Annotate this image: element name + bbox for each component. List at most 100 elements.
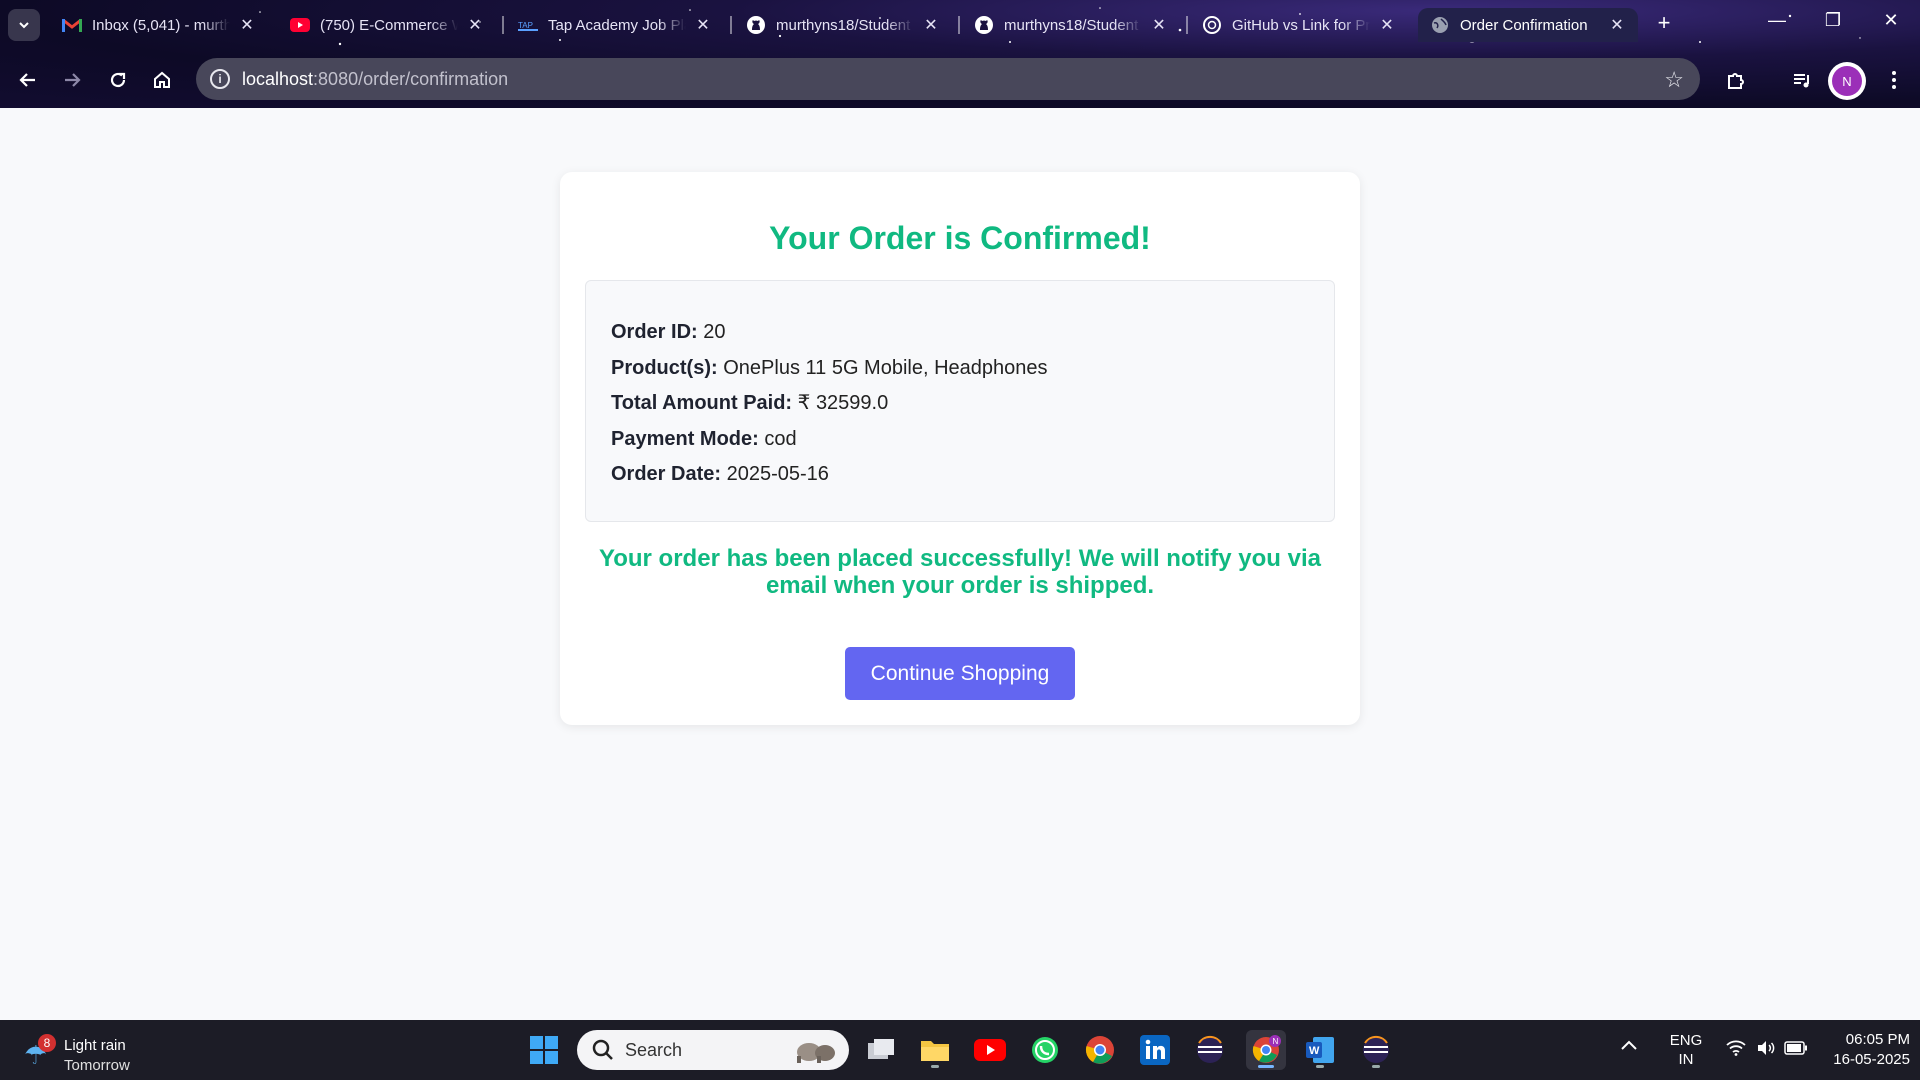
order-date-value: 2025-05-16 <box>726 463 829 485</box>
payment-mode-row: Payment Mode: cod <box>611 422 1309 458</box>
windows-taskbar: ☂ 8 Light rain Tomorrow Search N W ENG I… <box>0 1020 1920 1080</box>
language-code: ENG <box>1669 1032 1703 1049</box>
payment-mode-value: cod <box>764 427 797 450</box>
total-amount-label: Total Amount Paid: <box>611 392 793 414</box>
address-bar[interactable]: i localhost:8080/order/confirmation ☆ <box>196 58 1700 100</box>
minimize-icon[interactable]: — <box>1762 10 1792 31</box>
profile-initial: N <box>1832 66 1862 96</box>
profile-avatar[interactable]: N <box>1828 62 1866 100</box>
media-control-button[interactable] <box>1786 64 1818 96</box>
browser-menu-button[interactable] <box>1878 64 1910 96</box>
reload-icon <box>110 72 126 88</box>
products-row: Product(s): OnePlus 11 5G Mobile, Headph… <box>611 351 1309 387</box>
tab-separator <box>1186 16 1188 34</box>
running-indicator <box>931 1065 939 1068</box>
chrome-profile-icon: N <box>1252 1035 1281 1063</box>
elephant-search-highlight-icon <box>797 1043 835 1063</box>
file-explorer-icon <box>921 1041 949 1061</box>
taskbar-task-view[interactable] <box>861 1030 901 1070</box>
tab-title: Order Confirmation <box>1460 16 1588 34</box>
new-tab-button[interactable]: + <box>1650 10 1678 36</box>
page-title: Your Order is Confirmed! <box>769 220 1151 256</box>
chrome-icon <box>1085 1036 1114 1064</box>
taskbar-search-box[interactable]: Search <box>577 1030 849 1070</box>
close-window-icon[interactable]: ✕ <box>1876 10 1906 31</box>
github-icon <box>746 15 766 35</box>
close-tab-icon[interactable]: ✕ <box>1150 15 1168 35</box>
close-tab-icon[interactable]: ✕ <box>1608 15 1626 35</box>
tab-github-2[interactable]: murthyns18/Student ✕ <box>962 8 1180 42</box>
browser-toolbar: i localhost:8080/order/confirmation ☆ N <box>0 56 1920 104</box>
weather-widget[interactable]: ☂ 8 Light rain Tomorrow <box>22 1028 162 1074</box>
kebab-menu-icon <box>1892 71 1896 89</box>
windows-start-button[interactable] <box>524 1030 564 1070</box>
order-id-row: Order ID: 20 <box>611 315 1309 351</box>
order-id-label: Order ID: <box>611 321 698 343</box>
running-indicator <box>1372 1065 1380 1068</box>
taskbar-chrome[interactable] <box>1080 1030 1120 1070</box>
close-tab-icon[interactable]: ✕ <box>1378 15 1396 35</box>
taskbar-whatsapp[interactable] <box>1025 1030 1065 1070</box>
products-label: Product(s): <box>611 356 718 379</box>
wifi-icon[interactable] <box>1726 1040 1746 1060</box>
search-placeholder: Search <box>625 1039 683 1060</box>
close-tab-icon[interactable]: ✕ <box>694 15 712 35</box>
reload-button[interactable] <box>102 64 134 96</box>
weather-condition: Light rain <box>64 1037 126 1054</box>
taskbar-eclipse-1[interactable] <box>1190 1030 1230 1070</box>
taskbar-word[interactable]: W <box>1300 1030 1340 1070</box>
taskbar-youtube[interactable] <box>970 1030 1010 1070</box>
tab-order-confirmation[interactable]: Order Confirmation ✕ <box>1418 8 1638 42</box>
order-details-box: Order ID: 20 Product(s): OnePlus 11 5G M… <box>585 280 1335 522</box>
page-content: Your Order is Confirmed! Order ID: 20 Pr… <box>0 108 1920 1020</box>
tab-gmail-inbox[interactable]: Inbox (5,041) - murthyns18 ✕ <box>50 8 268 42</box>
restore-icon[interactable]: ❐ <box>1818 10 1848 31</box>
close-tab-icon[interactable]: ✕ <box>922 15 940 35</box>
browser-chrome: Inbox (5,041) - murthyns18 ✕ (750) E-Com… <box>0 0 1920 108</box>
battery-icon[interactable] <box>1784 1041 1808 1059</box>
taskbar-chrome-profile[interactable]: N <box>1246 1030 1286 1070</box>
taskbar-linkedin[interactable] <box>1135 1030 1175 1070</box>
volume-icon[interactable] <box>1756 1040 1776 1060</box>
tab-tap-academy[interactable]: TAP Tap Academy Job Placement ✕ <box>506 8 724 42</box>
chevron-up-icon[interactable] <box>1620 1038 1638 1056</box>
tab-chatgpt[interactable]: GitHub vs Link for Projects ✕ <box>1190 8 1408 42</box>
media-playlist-icon <box>1794 74 1809 88</box>
home-button[interactable] <box>146 64 178 96</box>
gmail-icon <box>62 15 82 35</box>
youtube-icon <box>974 1039 1006 1061</box>
total-amount-row: Total Amount Paid: ₹ 32599.0 <box>611 386 1309 422</box>
bookmark-star-icon[interactable]: ☆ <box>1664 67 1684 93</box>
total-amount-value: ₹ 32599.0 <box>797 392 889 414</box>
extensions-button[interactable] <box>1720 64 1752 96</box>
forward-button[interactable] <box>56 64 88 96</box>
globe-icon <box>1430 15 1450 35</box>
success-message: Your order has been placed successfully!… <box>599 545 1321 599</box>
site-info-icon[interactable]: i <box>210 69 230 89</box>
close-tab-icon[interactable]: ✕ <box>466 15 484 35</box>
youtube-icon <box>290 15 310 35</box>
tab-youtube[interactable]: (750) E-Commerce Website ✕ <box>278 8 496 42</box>
task-view-icon <box>868 1039 894 1059</box>
tab-title: (750) E-Commerce Website <box>320 16 458 34</box>
back-button[interactable] <box>12 64 44 96</box>
chevron-down-icon <box>19 22 29 29</box>
continue-shopping-button[interactable]: Continue Shopping <box>845 647 1075 700</box>
close-tab-icon[interactable]: ✕ <box>238 15 256 35</box>
tap-academy-icon: TAP <box>518 15 538 35</box>
tab-github-1[interactable]: murthyns18/Student ✕ <box>734 8 952 42</box>
running-indicator <box>1258 1065 1274 1068</box>
products-value: OnePlus 11 5G Mobile, Headphones <box>723 356 1048 379</box>
url-path: :8080/order/confirmation <box>313 68 509 89</box>
clock-date: 16-05-2025 <box>1833 1051 1910 1068</box>
arrow-right-icon <box>65 73 81 87</box>
taskbar-file-explorer[interactable] <box>915 1030 955 1070</box>
system-clock[interactable]: 06:05 PM 16-05-2025 <box>1820 1030 1910 1070</box>
home-icon <box>154 71 170 88</box>
search-icon <box>591 1038 615 1067</box>
tab-search-button[interactable] <box>8 9 40 41</box>
language-indicator[interactable]: ENG IN <box>1666 1031 1706 1069</box>
order-date-label: Order Date: <box>611 463 722 485</box>
taskbar-eclipse-2[interactable] <box>1356 1030 1396 1070</box>
order-confirmation-card: Your Order is Confirmed! Order ID: 20 Pr… <box>560 172 1360 725</box>
